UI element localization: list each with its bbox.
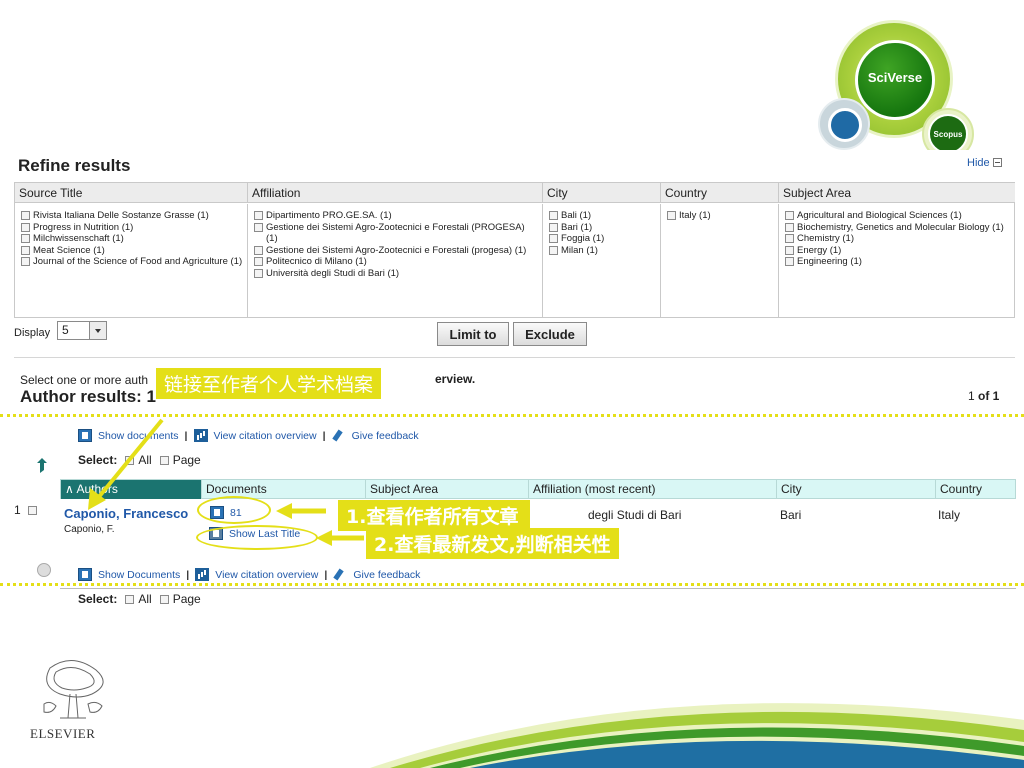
elsevier-wordmark: ELSEVIER	[30, 726, 96, 741]
annotation-step1: 1.查看作者所有文章	[338, 500, 531, 531]
decorative-swoosh	[370, 703, 1024, 768]
annotation-step2: 2.查看最新发文,判断相关性	[366, 528, 619, 559]
elsevier-tree-logo	[30, 656, 114, 724]
page: SciVerse Scopus Refine results Hide Sour…	[0, 0, 1024, 768]
step2-arrow-head	[316, 530, 332, 546]
profile-arrow-line	[96, 418, 164, 500]
step1-arrow-head	[276, 503, 292, 519]
annotation-arrows	[88, 418, 364, 546]
documents-highlight-ellipse	[197, 496, 271, 524]
show-last-highlight-ellipse	[196, 525, 318, 550]
annotation-profile: 链接至作者个人学术档案	[156, 368, 382, 399]
